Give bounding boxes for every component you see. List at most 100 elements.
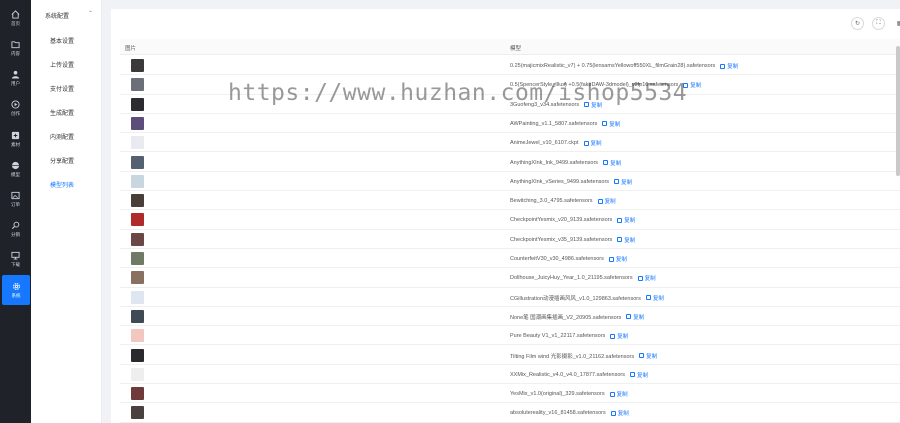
plus-box-icon [11,131,21,141]
copy-link[interactable]: 复制 [637,274,656,282]
model-cell: Pure Beauty V1_v1_22117.safetensors 复制 [510,332,628,340]
copy-icon [645,295,651,301]
copy-icon [637,275,643,281]
model-thumbnail[interactable] [131,367,144,381]
rail-item-order[interactable]: 订单 [0,184,31,214]
copy-link[interactable]: 复制 [639,352,657,360]
model-thumbnail[interactable] [131,406,144,420]
model-thumbnail[interactable] [131,348,144,362]
vertical-scrollbar[interactable] [896,46,900,176]
model-name: Dollhouse_JuicyHuy_Year_1.0_21195.safete… [510,275,633,282]
model-thumbnail[interactable] [131,59,144,72]
copy-link[interactable]: 复制 [602,120,620,128]
submenu-header[interactable]: 系统配置 [45,11,69,20]
copy-link[interactable]: 复制 [617,236,635,244]
rail-item-material[interactable]: 素材 [0,124,31,154]
model-name: CheckpointYesmix_v20_9139.safetensors [510,217,613,224]
copy-icon [603,160,609,165]
model-thumbnail[interactable] [131,213,144,227]
copy-icon [602,121,608,127]
copy-link[interactable]: 复制 [614,178,632,186]
rail-label: 分销 [11,231,20,237]
fullscreen-icon[interactable]: ⛶ [872,17,885,30]
submenu-item-generation[interactable]: 生成配置 [50,108,74,117]
copy-label: 复制 [621,179,633,186]
model-cell: Tilting Film wind 光影摄影_v1.0_21162.safete… [510,352,657,360]
model-thumbnail[interactable] [131,116,144,130]
rail-item-system[interactable]: 系统 [2,275,30,305]
rail-item-content[interactable]: 内容 [0,33,31,63]
copy-link[interactable]: 复制 [583,139,602,147]
copy-link[interactable]: 复制 [597,197,616,205]
submenu-item-upload[interactable]: 上传设置 [50,60,74,69]
copy-link[interactable]: 复制 [720,62,738,70]
model-thumbnail[interactable] [131,290,144,304]
copy-label: 复制 [615,257,627,263]
rail-item-home[interactable]: 首页 [0,3,31,33]
chevron-up-icon[interactable]: ⌃ [88,10,93,17]
rail-item-distribution[interactable]: 分销 [0,214,31,244]
rail-item-user[interactable]: 用户 [0,63,31,93]
copy-icon [610,333,616,339]
rail-label: 素材 [11,141,20,147]
copy-link[interactable]: 复制 [610,332,628,340]
submenu-item-share[interactable]: 分享配置 [50,156,74,165]
model-thumbnail[interactable] [131,271,144,285]
model-name: AnythingXInk_Ink_9499.safetensors [510,159,599,166]
copy-icon [608,256,614,262]
model-cell: XXMix_Realistic_v4.0_v4.0_17877.safetens… [510,371,648,379]
copy-link[interactable]: 复制 [610,409,629,417]
model-thumbnail[interactable] [131,232,144,246]
rail-label: 创作 [11,110,20,116]
folder-icon [11,40,21,50]
table-card: ↻ ⛶ ▦ 图片 模型 0.25(majicmixRealistic_v7) +… [111,9,900,423]
refresh-icon[interactable]: ↻ [851,17,864,30]
copy-link[interactable]: 复制 [608,255,627,263]
copy-label: 复制 [633,314,645,321]
model-cell: CheckpointYesmix_v20_9139.safetensors 复制 [510,216,635,224]
copy-link[interactable]: 复制 [645,294,664,302]
monitor-icon [11,251,21,261]
model-name: XXMix_Realistic_v4.0_v4.0_17877.safetens… [510,371,625,378]
copy-link[interactable]: 复制 [603,159,621,167]
copy-link[interactable]: 复制 [609,390,628,398]
model-name: CGillustration动漫插画风风_v1.0_129863.safeten… [510,295,641,302]
copy-link[interactable]: 复制 [584,101,602,109]
rail-item-download[interactable]: 下载 [0,244,31,274]
model-cell: AWPainting_v1.1_5807.safetensors 复制 [510,120,620,128]
table-row: absolutereality_v16_81458.safetensors 复制 [120,403,900,423]
table-row: AnythingXInk_Ink_9499.safetensors 复制 [120,153,900,172]
model-name: CounterfeitV30_v30_4986.safetensors [510,256,604,262]
submenu-panel: 系统配置 ⌃ 基本设置 上传设置 支付设置 生成配置 内测配置 分享配置 模型列… [31,0,102,423]
copy-icon [609,391,615,397]
table-row: CheckpointYesmix_v20_9139.safetensors 复制 [120,210,900,230]
copy-icon [720,63,726,69]
model-thumbnail[interactable] [131,252,144,265]
copy-link[interactable]: 复制 [629,371,648,379]
model-thumbnail[interactable] [131,78,144,92]
submenu-item-model-list[interactable]: 模型列表 [50,180,74,189]
table-row: AnimeJewel_v10_6107.ckpt 复制 [120,133,900,153]
copy-link[interactable]: 复制 [617,216,635,224]
model-thumbnail[interactable] [131,329,144,343]
table-row: None笔 国潮画集插画_V2_20905.safetensors 复制 [120,307,900,327]
submenu-item-basic[interactable]: 基本设置 [50,36,74,45]
model-thumbnail[interactable] [131,136,144,150]
model-thumbnail[interactable] [131,387,144,401]
copy-icon [614,179,620,185]
submenu-item-payment[interactable]: 支付设置 [50,84,74,93]
model-thumbnail[interactable] [131,97,144,111]
model-thumbnail[interactable] [131,309,144,323]
rail-label: 系统 [11,292,21,298]
rail-item-model[interactable]: 模型 [0,154,31,184]
model-thumbnail[interactable] [131,155,144,169]
model-thumbnail[interactable] [131,174,144,188]
model-cell: 0.25(majicmixRealistic_v7) + 0.75(lensam… [510,62,738,70]
column-settings-icon[interactable]: ▦ [893,17,900,30]
table-header: 图片 模型 [120,39,900,55]
submenu-item-beta[interactable]: 内测配置 [50,132,74,141]
copy-link[interactable]: 复制 [683,81,701,89]
rail-item-create[interactable]: 创作 [0,93,31,123]
copy-link[interactable]: 复制 [626,313,644,321]
model-thumbnail[interactable] [131,194,144,208]
